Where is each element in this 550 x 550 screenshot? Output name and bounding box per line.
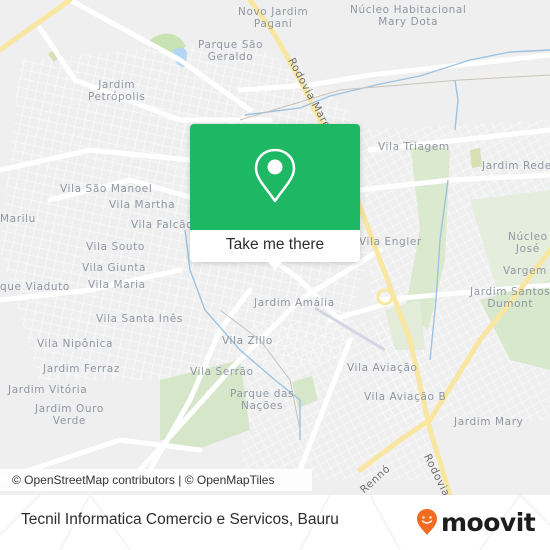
map-label-vila-martha: Vila Martha bbox=[109, 199, 176, 211]
map-label-vila-falcao: Vila Falcão bbox=[131, 219, 194, 231]
map-label-jardim-ferraz: Jardim Ferraz bbox=[43, 363, 120, 375]
map-label-vila-maria: Vila Maria bbox=[88, 279, 146, 291]
moovit-logo[interactable]: moovit bbox=[416, 504, 536, 540]
map-label-parque-das-nacoes: Parque das Nações bbox=[230, 388, 295, 412]
map-label-vila-aviacao: Vila Aviação bbox=[347, 362, 418, 374]
map-label-vila-aviacao-b: Vila Aviação B bbox=[364, 391, 447, 403]
map-label-novo-jardim-pagani: Novo Jardim Pagani bbox=[238, 6, 309, 30]
map-label-vargem: Vargem bbox=[503, 265, 547, 277]
map-label-jardim-ouro-verde: Jardim Ouro Verde bbox=[35, 403, 104, 427]
location-popup: Take me there bbox=[190, 124, 360, 270]
map-label-jardim-amalia: Jardim Amália bbox=[254, 297, 335, 309]
map-label-vila-triagem: Vila Triagem bbox=[378, 141, 450, 153]
map-label-vila-souto: Vila Souto bbox=[86, 241, 145, 253]
map-label-jardim-vitoria: Jardim Vitória bbox=[8, 384, 88, 396]
map-attribution[interactable]: © OpenStreetMap contributors | © OpenMap… bbox=[0, 469, 312, 491]
map-label-vila-serrao: Vila Serrão bbox=[190, 366, 254, 378]
map-label-marilu: Marilu bbox=[0, 213, 36, 225]
map-label-vila-engler: Vila Engler bbox=[359, 236, 422, 248]
map-label-nucleo-mary-dota: Núcleo Habitacional Mary Dota bbox=[350, 4, 467, 28]
map-label-jardim-redentor: Jardim Reder bbox=[482, 160, 550, 172]
location-pin-icon bbox=[254, 148, 296, 203]
map-label-jardim-mary: Jardim Mary bbox=[454, 416, 524, 428]
map-label-jardim-petropolis: Jardim Petrópolis bbox=[88, 79, 146, 103]
map-view[interactable]: Novo Jardim Pagani Núcleo Habitacional M… bbox=[0, 0, 550, 495]
map-label-parque-sao-geraldo: Parque São Geraldo bbox=[198, 39, 264, 63]
take-me-there-button[interactable]: Take me there bbox=[190, 230, 360, 262]
place-name: Tecnil Informatica Comercio e Servicos, … bbox=[21, 511, 339, 528]
map-label-vila-giunta: Vila Giunta bbox=[82, 262, 147, 274]
moovit-wordmark: moovit bbox=[441, 507, 536, 537]
map-label-vila-niponica: Vila Nipônica bbox=[37, 338, 113, 350]
footer-bar: Tecnil Informatica Comercio e Servicos, … bbox=[0, 495, 550, 550]
moovit-pin-icon bbox=[417, 509, 437, 535]
map-label-vila-zillo: Vila Zillo bbox=[222, 335, 273, 347]
map-label-vila-sao-manoel: Vila São Manoel bbox=[60, 183, 153, 195]
map-label-nucleo-jose: Núcleo José bbox=[508, 231, 548, 255]
map-label-parque-viaduto: que Viaduto bbox=[0, 281, 70, 293]
map-label-jardim-santos-dumont: Jardim Santos Dumont bbox=[470, 286, 550, 310]
popup-header bbox=[190, 124, 360, 230]
park-small-ne bbox=[470, 148, 482, 168]
map-label-vila-santa-ines: Vila Santa Inês bbox=[96, 313, 183, 325]
popup-pointer bbox=[266, 260, 284, 270]
